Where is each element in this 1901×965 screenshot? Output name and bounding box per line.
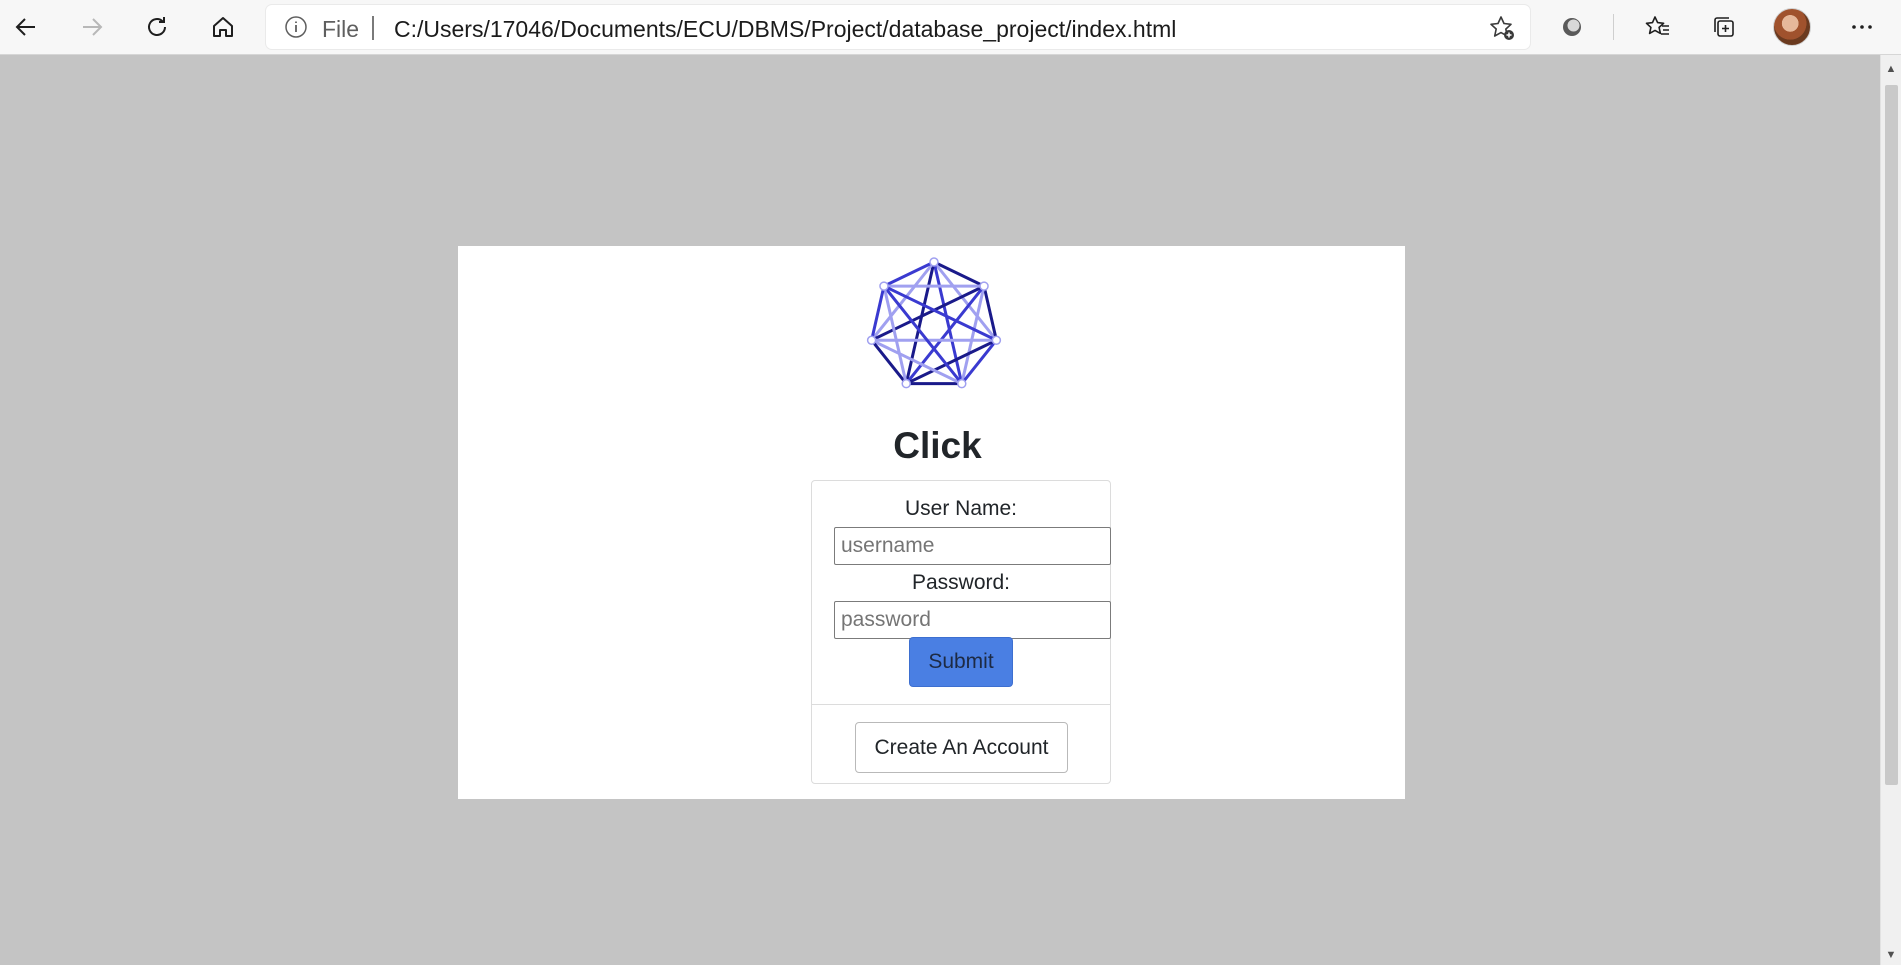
address-bar[interactable]: File C:/Users/17046/Documents/ECU/DBMS/P… — [266, 5, 1530, 49]
username-input[interactable] — [834, 527, 1111, 565]
page-card: Click User Name: Password: Submit Create… — [458, 246, 1405, 799]
scroll-down-arrow-icon[interactable]: ▼ — [1885, 949, 1897, 961]
extension-icon — [1563, 18, 1581, 36]
profile-avatar[interactable] — [1773, 8, 1811, 46]
refresh-button[interactable] — [137, 7, 177, 47]
logo-node — [901, 378, 911, 389]
login-form: User Name: Password: Submit Create An Ac… — [811, 480, 1111, 784]
username-label: User Name: — [904, 497, 1018, 520]
home-icon — [213, 17, 233, 37]
home-button[interactable] — [203, 7, 243, 47]
toolbar-divider — [1613, 14, 1614, 40]
logo-node — [979, 281, 989, 291]
arrow-left-icon — [15, 18, 35, 36]
logo-graph-icon — [866, 257, 1002, 389]
logo-edge — [882, 260, 936, 288]
favorites-icon — [1645, 16, 1669, 35]
menu-button[interactable] — [1842, 7, 1882, 47]
password-input[interactable] — [834, 601, 1111, 639]
submit-button[interactable]: Submit — [909, 637, 1013, 687]
scrollbar-thumb[interactable] — [1885, 85, 1898, 785]
refresh-icon — [148, 17, 166, 36]
forward-button[interactable] — [72, 7, 112, 47]
address-url[interactable]: C:/Users/17046/Documents/ECU/DBMS/Projec… — [394, 16, 1176, 43]
logo-node — [929, 257, 939, 267]
info-icon[interactable] — [284, 15, 308, 39]
more-icon — [1852, 25, 1872, 29]
arrow-right-icon — [83, 18, 103, 36]
scroll-up-arrow-icon[interactable]: ▲ — [1885, 63, 1897, 75]
logo-node — [879, 281, 889, 291]
browser-toolbar: File C:/Users/17046/Documents/ECU/DBMS/P… — [0, 0, 1901, 55]
extension-button[interactable] — [1552, 7, 1592, 47]
logo-edge — [932, 260, 986, 288]
star-plus-icon[interactable] — [1488, 14, 1516, 42]
form-divider — [812, 704, 1110, 705]
page-title: Click — [893, 425, 982, 466]
favorites-button[interactable] — [1638, 7, 1678, 47]
address-separator — [372, 16, 374, 40]
create-account-button[interactable]: Create An Account — [855, 722, 1068, 773]
collections-icon — [1714, 17, 1734, 37]
logo-node — [991, 335, 1002, 345]
logo-node — [866, 335, 877, 345]
vertical-scrollbar[interactable]: ▲ ▼ — [1880, 55, 1901, 965]
address-scheme: File — [322, 16, 360, 42]
back-button[interactable] — [6, 7, 46, 47]
collections-button[interactable] — [1704, 7, 1744, 47]
password-label: Password: — [911, 571, 1011, 594]
logo-node — [957, 378, 967, 389]
